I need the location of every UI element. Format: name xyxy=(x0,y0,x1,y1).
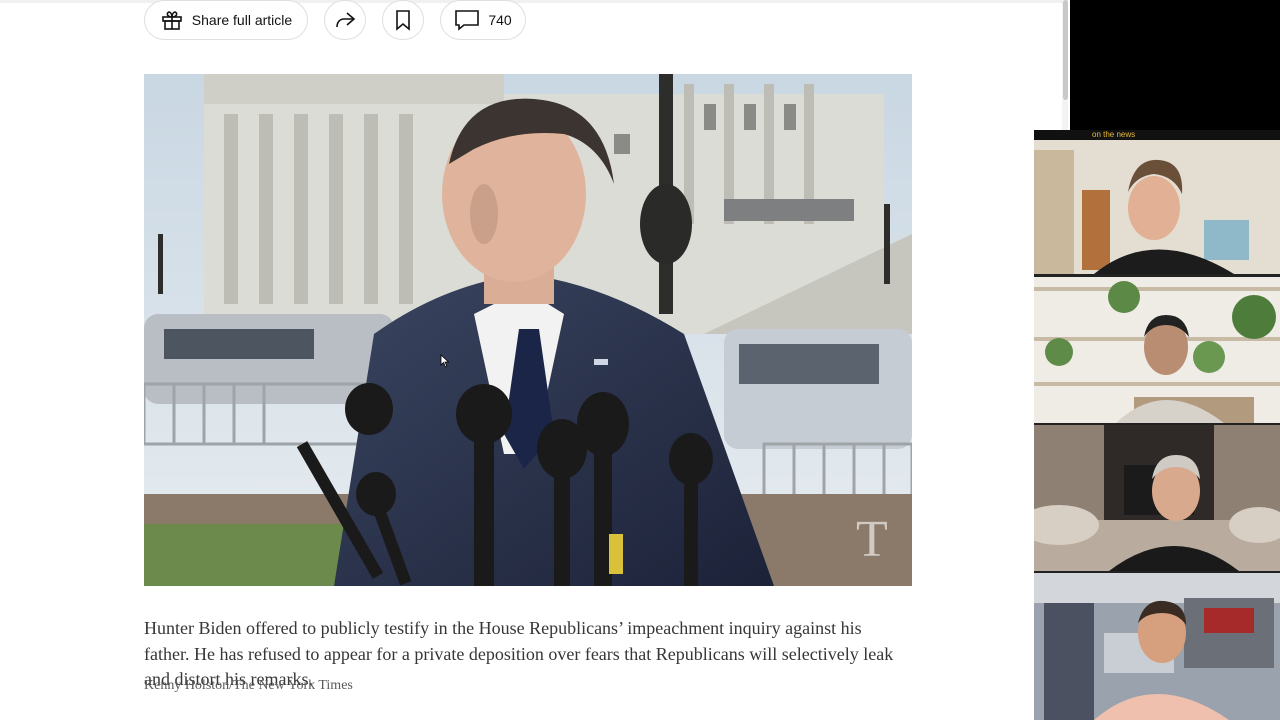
mouse-cursor-icon xyxy=(440,354,450,373)
comments-button[interactable]: 740 xyxy=(440,0,526,40)
comment-count: 740 xyxy=(488,12,512,28)
nyt-logo-watermark: T xyxy=(856,511,888,568)
participant-video-4 xyxy=(1034,573,1280,720)
banner-text: on the news xyxy=(1092,130,1135,139)
share-label: Share full article xyxy=(191,12,293,28)
share-full-article-button[interactable]: Share full article xyxy=(144,0,308,40)
participant-video-3 xyxy=(1034,425,1280,571)
video-overlay-top xyxy=(1070,0,1280,130)
article-toolbar: Share full article 740 xyxy=(144,0,526,40)
comment-icon xyxy=(454,8,480,32)
scrollbar-thumb[interactable] xyxy=(1063,0,1068,100)
share-arrow-icon xyxy=(333,8,357,32)
save-bookmark-button[interactable] xyxy=(382,0,424,40)
article-page: Share full article 740 T Hunter Biden of… xyxy=(0,0,1068,720)
photo-credit: Kenny Holston/The New York Times xyxy=(144,678,353,693)
capitol-press-scene: T xyxy=(144,74,912,586)
participant-video-1: on the news xyxy=(1034,130,1280,274)
share-button[interactable] xyxy=(324,0,366,40)
participant-video-2 xyxy=(1034,277,1280,423)
bookmark-icon xyxy=(393,8,413,32)
gift-icon xyxy=(160,8,184,32)
article-photo: T xyxy=(144,74,912,586)
